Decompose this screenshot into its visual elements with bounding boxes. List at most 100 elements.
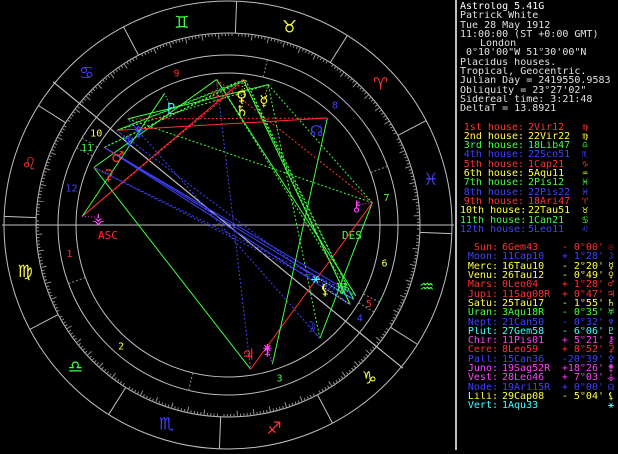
degree-tick	[253, 409, 254, 415]
degree-tick	[62, 128, 65, 130]
house-row: 10th house:22Tau51♉	[460, 206, 618, 215]
degree-tick	[178, 407, 179, 410]
degree-tick	[120, 381, 122, 383]
sign-glyph-icon: ♏	[576, 150, 594, 159]
degree-tick	[136, 57, 137, 60]
degree-tick	[409, 278, 412, 279]
planet-glyph-icon: ♄	[604, 299, 618, 308]
degree-tick	[65, 325, 68, 327]
house-label: 1st house:	[460, 123, 524, 132]
degree-tick	[260, 411, 261, 414]
planet-name: Mars:	[460, 280, 498, 289]
degree-tick	[322, 389, 323, 392]
aspect-line	[243, 80, 353, 300]
planet-latitude: - 2°20'	[552, 262, 604, 271]
degree-tick	[204, 410, 205, 416]
degree-tick	[149, 397, 150, 400]
degree-tick	[281, 41, 282, 44]
degree-tick	[171, 403, 173, 409]
planet-glyph-icon: ⚶	[604, 373, 618, 382]
degree-tick	[391, 320, 394, 322]
degree-tick	[354, 361, 358, 365]
degree-tick	[99, 363, 103, 367]
degree-tick	[195, 36, 196, 39]
house-number: 6	[382, 259, 388, 270]
house-cusp-value: 2Pis12	[524, 178, 576, 187]
degree-tick	[113, 71, 115, 73]
virgo-sign-icon: ♍	[18, 262, 33, 282]
degree-tick	[90, 91, 92, 93]
planet-name: Moon:	[460, 252, 498, 261]
degree-tick	[45, 282, 51, 284]
house-label: 8th house:	[460, 188, 524, 197]
degree-tick	[375, 105, 377, 107]
degree-tick	[412, 199, 418, 200]
planet-glyph-icon: ⚸	[320, 280, 331, 298]
degree-tick	[290, 44, 291, 47]
degree-tick	[117, 379, 119, 381]
planet-row: Venu:26Tau12- 0°49'♀	[460, 271, 618, 280]
degree-tick	[371, 100, 373, 102]
degree-tick	[192, 36, 193, 39]
degree-tick	[173, 41, 174, 44]
degree-tick	[403, 154, 406, 155]
house-cusp-value: 22Tau51	[524, 206, 576, 215]
sign-glyph-icon: ♓	[576, 178, 594, 187]
sign-glyph-icon: ♒	[576, 169, 594, 178]
degree-tick	[381, 113, 383, 115]
degree-tick	[187, 407, 188, 413]
degree-tick	[42, 178, 45, 179]
house-row: 2nd house:22Vir22♍	[460, 132, 618, 141]
degree-tick	[271, 38, 272, 41]
planets-list: Sun:6Gem43- 0°00'☉Moon:11Cap10+ 1°28'☽Me…	[460, 243, 618, 410]
degree-tick	[400, 295, 406, 297]
planet-row: Satu:25Tau17- 1°55'♄	[460, 299, 618, 308]
house-number: 7	[383, 193, 389, 204]
planet-name: Plut:	[460, 327, 498, 336]
degree-tick	[293, 45, 294, 48]
degree-tick	[269, 406, 270, 412]
degree-tick	[133, 58, 134, 61]
degree-tick	[118, 67, 120, 69]
planet-name: Cere:	[460, 345, 498, 354]
gemini-sign-icon: ♊	[174, 13, 189, 33]
planet-glyph-icon: ⚳	[103, 166, 114, 184]
house-label: 11th house:	[460, 216, 524, 225]
chart-wheel: ♈♉♊♋♌♍♎♏♐♑♒♓123456789101112ASCDES☉☽☿♀♂♃♄…	[0, 0, 455, 450]
degree-tick	[357, 85, 359, 87]
degree-tick	[174, 406, 175, 409]
panel-divider	[455, 0, 457, 450]
degree-tick	[405, 157, 408, 158]
house-cusp-value: 1Cap21	[524, 160, 576, 169]
degree-tick	[278, 40, 279, 43]
planet-latitude: + 1°28'	[552, 280, 604, 289]
degree-tick	[48, 159, 51, 160]
planet-name: Venu:	[460, 271, 498, 280]
planet-glyph-icon: ⚷	[604, 336, 618, 345]
planet-glyph-icon: ☽	[303, 318, 316, 336]
sign-glyph-icon: ♍	[576, 123, 594, 132]
degree-tick	[364, 95, 368, 99]
degree-tick	[41, 266, 47, 267]
planet-row: Juno:19Sag52R+18°26'⚵	[460, 364, 618, 373]
degree-tick	[55, 307, 58, 308]
planet-glyph-icon: ☿	[604, 262, 618, 271]
planet-glyph-icon: ☽	[604, 252, 618, 261]
degree-tick	[185, 38, 186, 44]
planet-name: Jupi:	[460, 290, 498, 299]
degree-tick	[143, 395, 144, 398]
house-number: 5	[366, 299, 372, 310]
planet-position: 3Aqu18R	[498, 308, 552, 317]
degree-tick	[181, 408, 182, 411]
degree-tick	[398, 141, 401, 142]
sign-boundary	[398, 121, 426, 136]
libra-sign-icon: ♎	[68, 357, 83, 377]
degree-tick	[60, 316, 63, 317]
degree-tick	[54, 304, 57, 305]
degree-tick	[370, 349, 372, 351]
degree-tick	[265, 37, 266, 40]
degree-tick	[50, 295, 53, 296]
planet-glyph-icon: ⚹	[604, 401, 618, 410]
degree-tick	[129, 387, 131, 390]
chart-location: London	[460, 39, 618, 48]
